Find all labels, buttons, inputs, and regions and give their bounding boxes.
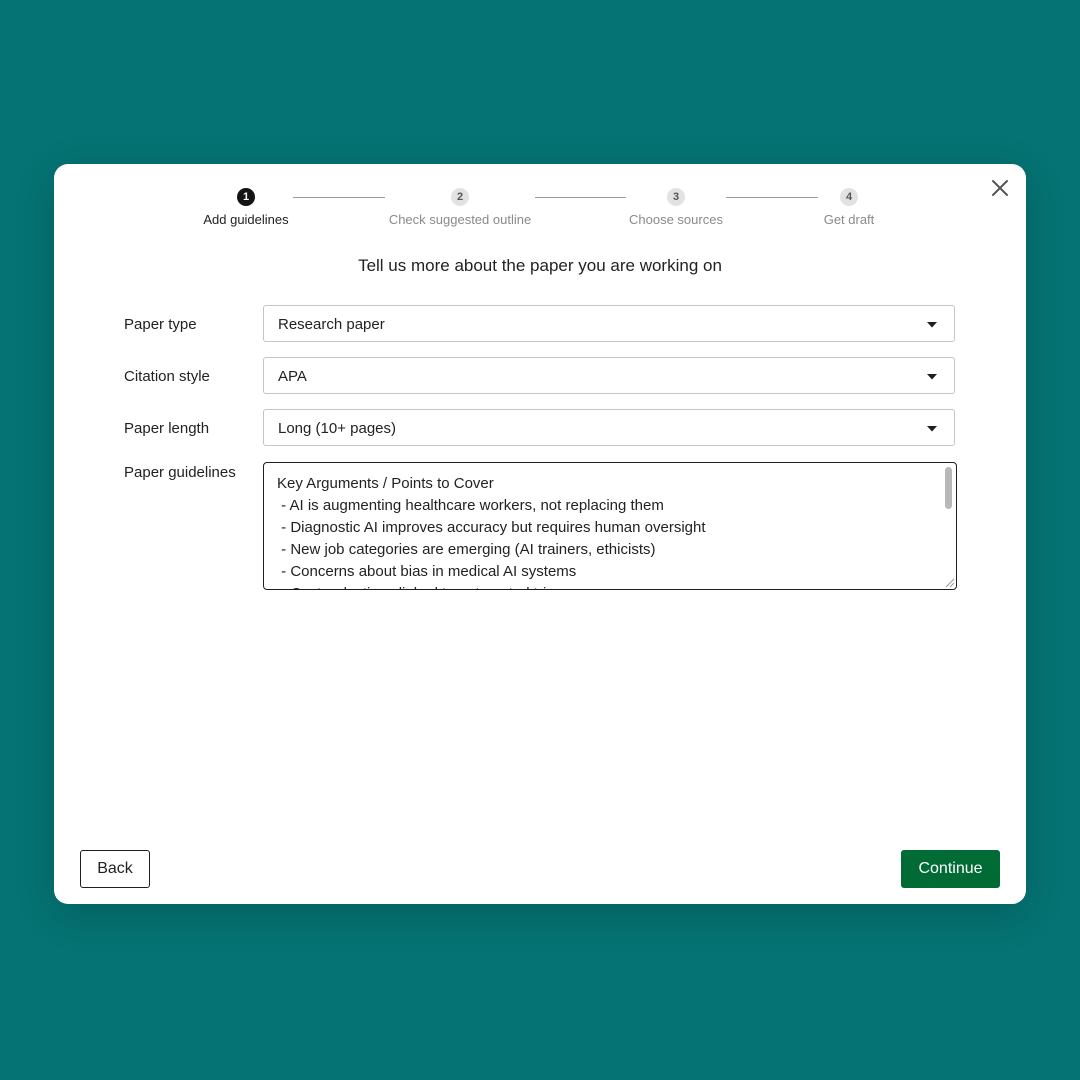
- caret-down-icon: [927, 322, 937, 328]
- caret-down-icon: [927, 374, 937, 380]
- step-label: Check suggested outline: [388, 212, 532, 227]
- step-choose-sources: 3 Choose sources: [576, 188, 776, 227]
- paper-length-label: Paper length: [124, 420, 210, 437]
- back-button[interactable]: Back: [80, 850, 150, 888]
- scrollbar-thumb[interactable]: [945, 467, 952, 509]
- step-label: Get draft: [823, 212, 875, 227]
- page-heading: Tell us more about the paper you are wor…: [358, 256, 722, 275]
- step-number: 2: [451, 188, 469, 206]
- paper-type-value: Research paper: [278, 316, 385, 333]
- dialog: 1 Add guidelines 2 Check suggested outli…: [54, 164, 1026, 904]
- paper-type-label: Paper type: [124, 316, 197, 333]
- step-label: Choose sources: [629, 212, 723, 227]
- citation-style-label: Citation style: [124, 368, 210, 385]
- paper-type-select[interactable]: Research paper: [263, 305, 955, 342]
- paper-guidelines-textarea[interactable]: Key Arguments / Points to Cover - AI is …: [263, 462, 957, 590]
- paper-length-select[interactable]: Long (10+ pages): [263, 409, 955, 446]
- citation-style-select[interactable]: APA: [263, 357, 955, 394]
- resize-grip-icon[interactable]: [941, 574, 955, 588]
- step-label: Add guidelines: [203, 212, 289, 227]
- paper-length-value: Long (10+ pages): [278, 420, 397, 437]
- caret-down-icon: [927, 426, 937, 432]
- citation-style-value: APA: [278, 368, 307, 385]
- step-get-draft: 4 Get draft: [749, 188, 949, 227]
- paper-guidelines-text: Key Arguments / Points to Cover - AI is …: [277, 475, 706, 589]
- continue-button[interactable]: Continue: [901, 850, 1000, 888]
- step-number: 4: [840, 188, 858, 206]
- step-check-outline: 2 Check suggested outline: [360, 188, 560, 227]
- step-number: 1: [237, 188, 255, 206]
- progress-stepper: 1 Add guidelines 2 Check suggested outli…: [54, 164, 1026, 244]
- step-number: 3: [667, 188, 685, 206]
- paper-guidelines-label: Paper guidelines: [124, 464, 236, 481]
- step-add-guidelines: 1 Add guidelines: [146, 188, 346, 227]
